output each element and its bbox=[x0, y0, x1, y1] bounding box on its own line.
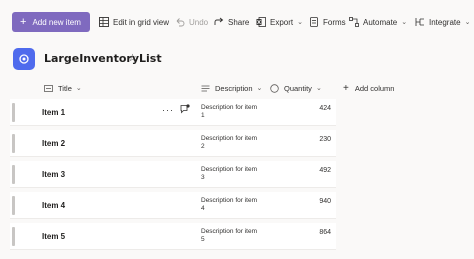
forms-button[interactable]: Forms bbox=[309, 15, 346, 29]
share-icon bbox=[214, 17, 224, 25]
chevron-down-icon: ⌄ bbox=[256, 85, 263, 92]
command-bar: + Add new item Edit in grid view Undo Sh… bbox=[0, 0, 474, 42]
undo-icon bbox=[176, 18, 185, 27]
row-quantity: 424 bbox=[319, 105, 331, 112]
row-description-line2: 3 bbox=[201, 174, 205, 181]
row-description-line2: 2 bbox=[201, 143, 205, 150]
row-title[interactable]: Item 1 bbox=[42, 108, 65, 117]
integrate-label: Integrate bbox=[429, 17, 461, 27]
share-label: Share bbox=[228, 17, 250, 27]
automate-label: Automate bbox=[363, 17, 398, 27]
row-select-handle[interactable] bbox=[12, 134, 15, 153]
row-quantity: 864 bbox=[319, 229, 331, 236]
row-description: Description for item 4 bbox=[201, 197, 273, 213]
undo-button[interactable]: Undo bbox=[175, 15, 208, 29]
integrate-button[interactable]: Integrate ⌄ bbox=[415, 15, 470, 29]
row-quantity: 492 bbox=[319, 167, 331, 174]
undo-label: Undo bbox=[189, 17, 209, 27]
export-button[interactable]: Export ⌄ bbox=[256, 15, 303, 29]
chevron-down-icon: ⌄ bbox=[315, 85, 322, 92]
list-glyph-icon bbox=[19, 54, 29, 64]
row-description-line2: 1 bbox=[201, 112, 205, 119]
forms-icon bbox=[310, 17, 318, 27]
row-title[interactable]: Item 4 bbox=[42, 201, 65, 210]
column-header-description[interactable]: Description ⌄ bbox=[201, 80, 262, 96]
edit-grid-view-label: Edit in grid view bbox=[113, 17, 170, 27]
row-description-line1: Description for item bbox=[201, 135, 257, 142]
row-description-line2: 5 bbox=[201, 236, 205, 243]
integrate-icon bbox=[415, 18, 424, 26]
export-label: Export bbox=[270, 17, 294, 27]
column-quantity-label: Quantity bbox=[284, 83, 312, 93]
row-select-handle[interactable] bbox=[12, 196, 15, 215]
table-row[interactable]: Item 1 ··· Description for item 1 424 bbox=[10, 99, 336, 126]
column-header-quantity[interactable]: Quantity ⌄ bbox=[270, 80, 322, 96]
edit-grid-view-button[interactable]: Edit in grid view bbox=[99, 15, 169, 29]
automate-icon bbox=[349, 17, 359, 27]
chevron-down-icon: ⌄ bbox=[464, 19, 471, 26]
page-title: LargeInventoryList bbox=[44, 52, 162, 65]
number-column-icon bbox=[270, 83, 279, 93]
column-description-label: Description bbox=[215, 83, 253, 93]
share-button[interactable]: Share bbox=[214, 15, 249, 29]
row-description-line2: 4 bbox=[201, 205, 205, 212]
row-select-handle[interactable] bbox=[12, 103, 15, 122]
row-quantity: 230 bbox=[319, 136, 331, 143]
text-column-icon bbox=[44, 84, 53, 92]
row-description: Description for item 2 bbox=[201, 135, 273, 151]
plus-icon: + bbox=[343, 82, 349, 94]
row-title[interactable]: Item 2 bbox=[42, 139, 65, 148]
table-row[interactable]: Item 4 Description for item 4 940 bbox=[10, 192, 336, 219]
chevron-down-icon: ⌄ bbox=[297, 19, 303, 26]
table-row[interactable]: Item 5 Description for item 5 864 bbox=[10, 223, 336, 250]
row-description: Description for item 1 bbox=[201, 104, 273, 120]
row-description-line1: Description for item bbox=[201, 104, 257, 111]
add-column-button[interactable]: + Add column bbox=[343, 80, 394, 96]
row-description-line1: Description for item bbox=[201, 166, 257, 173]
table-row[interactable]: Item 2 Description for item 2 230 bbox=[10, 130, 336, 157]
row-description: Description for item 5 bbox=[201, 228, 273, 244]
row-description-line1: Description for item bbox=[201, 228, 257, 235]
row-description: Description for item 3 bbox=[201, 166, 273, 182]
column-title-label: Title bbox=[58, 83, 72, 93]
row-select-handle[interactable] bbox=[12, 165, 15, 184]
row-select-handle[interactable] bbox=[12, 227, 15, 246]
favorite-star-icon[interactable]: ☆ bbox=[128, 53, 137, 64]
table-row[interactable]: Item 3 Description for item 3 492 bbox=[10, 161, 336, 188]
row-title[interactable]: Item 3 bbox=[42, 170, 65, 179]
row-description-line1: Description for item bbox=[201, 197, 257, 204]
column-header-title[interactable]: Title ⌄ bbox=[44, 80, 82, 96]
row-quantity: 940 bbox=[319, 198, 331, 205]
add-new-item-button[interactable]: + Add new item bbox=[12, 12, 90, 32]
add-new-item-label: Add new item bbox=[32, 17, 81, 27]
add-column-label: Add column bbox=[354, 83, 395, 93]
excel-icon bbox=[256, 17, 266, 27]
forms-label: Forms bbox=[323, 17, 346, 27]
row-title[interactable]: Item 5 bbox=[42, 232, 65, 241]
plus-icon: + bbox=[20, 15, 27, 28]
chevron-down-icon: ⌄ bbox=[401, 19, 408, 26]
grid-icon bbox=[99, 17, 109, 27]
chevron-down-icon: ⌄ bbox=[75, 85, 82, 92]
more-options-icon[interactable]: ··· bbox=[162, 105, 174, 115]
automate-button[interactable]: Automate ⌄ bbox=[349, 15, 407, 29]
list-app-icon bbox=[13, 48, 35, 70]
multiline-text-icon bbox=[201, 85, 210, 91]
comment-icon[interactable] bbox=[180, 104, 190, 114]
